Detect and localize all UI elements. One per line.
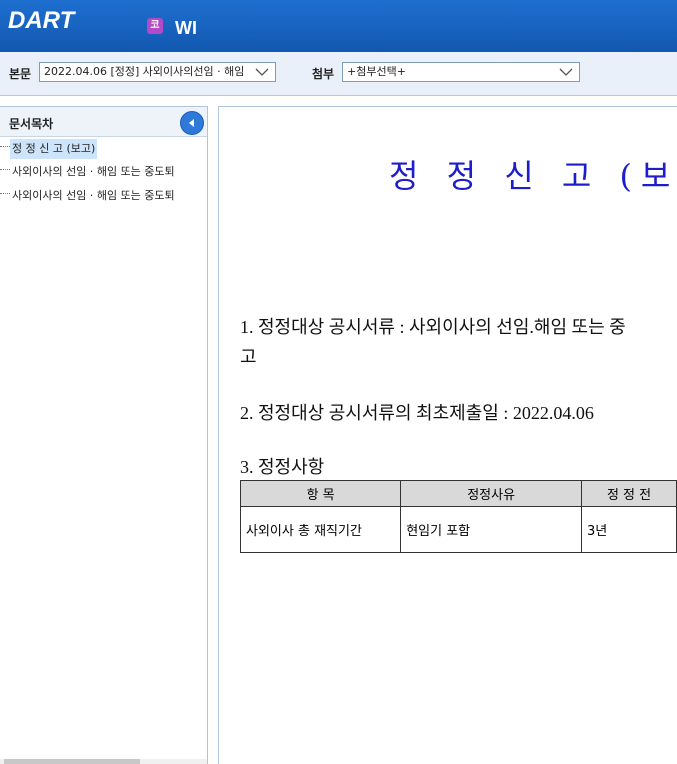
toc-header: 문서목차: [0, 107, 207, 137]
toc-item-outside-director-1[interactable]: 사외이사의 선임 · 해임 또는 중도퇴: [0, 162, 206, 182]
correction-target-document-wrap: 고: [240, 347, 257, 367]
body-select-label: 본문: [9, 67, 32, 81]
attach-select-label: 첨부: [312, 67, 335, 81]
table-header-reason: 정정사유: [400, 480, 583, 507]
tree-connector: [0, 193, 10, 194]
chevron-down-icon: [559, 68, 573, 76]
company-type-badge: 코: [147, 18, 163, 34]
dart-viewer: DART 코 WI 본문 2022.04.06 [정정] 사외이사의선임 · 해…: [0, 0, 677, 764]
correction-items-heading: 3. 정정사항: [240, 457, 325, 477]
toc-item-label: 사외이사의 선임 · 해임 또는 중도퇴: [12, 165, 175, 178]
body-select-value: 2022.04.06 [정정] 사외이사의선임 · 해임: [44, 65, 245, 78]
logo-text: DART: [8, 7, 75, 34]
correction-target-document: 1. 정정대상 공시서류 : 사외이사의 선임.해임 또는 중: [240, 317, 626, 337]
toc-title: 문서목차: [9, 117, 54, 131]
company-name[interactable]: WI: [175, 18, 197, 39]
table-header-item: 항 목: [239, 480, 402, 507]
scrollbar-thumb[interactable]: [4, 759, 140, 764]
table-cell: 현임기 포함: [400, 506, 583, 553]
correction-table: 항 목 정정사유 정 정 전 사외이사 총 재직기간 현임기 포함 3년: [239, 480, 677, 553]
collapse-sidebar-button[interactable]: [180, 111, 204, 135]
table-cell: 3년: [581, 506, 677, 553]
table-header-row: 항 목 정정사유 정 정 전: [239, 480, 677, 507]
document-viewer: 정 정 신 고 (보고) 1. 정정대상 공시서류 : 사외이사의 선임.해임 …: [218, 106, 677, 764]
app-header: DART 코 WI: [0, 0, 677, 52]
toc-sidebar: 문서목차 정 정 신 고 (보고) 사외이사의 선임 · 해임 또는 중도퇴 사…: [0, 106, 208, 764]
tree-connector: [0, 169, 10, 170]
table-header-before: 정 정 전: [581, 480, 677, 507]
dart-logo[interactable]: DART: [8, 7, 74, 35]
chevron-left-icon: [189, 119, 194, 127]
initial-submission-date: 2. 정정대상 공시서류의 최초제출일 : 2022.04.06: [240, 403, 594, 423]
attach-select-value: +첨부선택+: [347, 65, 406, 78]
chevron-down-icon: [255, 68, 269, 76]
toc-item-outside-director-2[interactable]: 사외이사의 선임 · 해임 또는 중도퇴: [0, 186, 206, 206]
toc-item-label: 정 정 신 고 (보고): [10, 139, 98, 159]
table-cell: 사외이사 총 재직기간: [239, 506, 402, 553]
body-document-select[interactable]: 2022.04.06 [정정] 사외이사의선임 · 해임: [39, 62, 276, 82]
attachment-select[interactable]: +첨부선택+: [342, 62, 580, 82]
table-row: 사외이사 총 재직기간 현임기 포함 3년: [239, 506, 677, 553]
document-title: 정 정 신 고 (보고): [389, 157, 677, 195]
sidebar-horizontal-scrollbar[interactable]: [0, 759, 207, 764]
document-toolbar: 본문 2022.04.06 [정정] 사외이사의선임 · 해임 첨부 +첨부선택…: [0, 52, 677, 96]
tree-connector: [0, 146, 10, 147]
toc-item-correction-report[interactable]: 정 정 신 고 (보고): [0, 139, 206, 159]
toc-item-label: 사외이사의 선임 · 해임 또는 중도퇴: [12, 189, 175, 202]
